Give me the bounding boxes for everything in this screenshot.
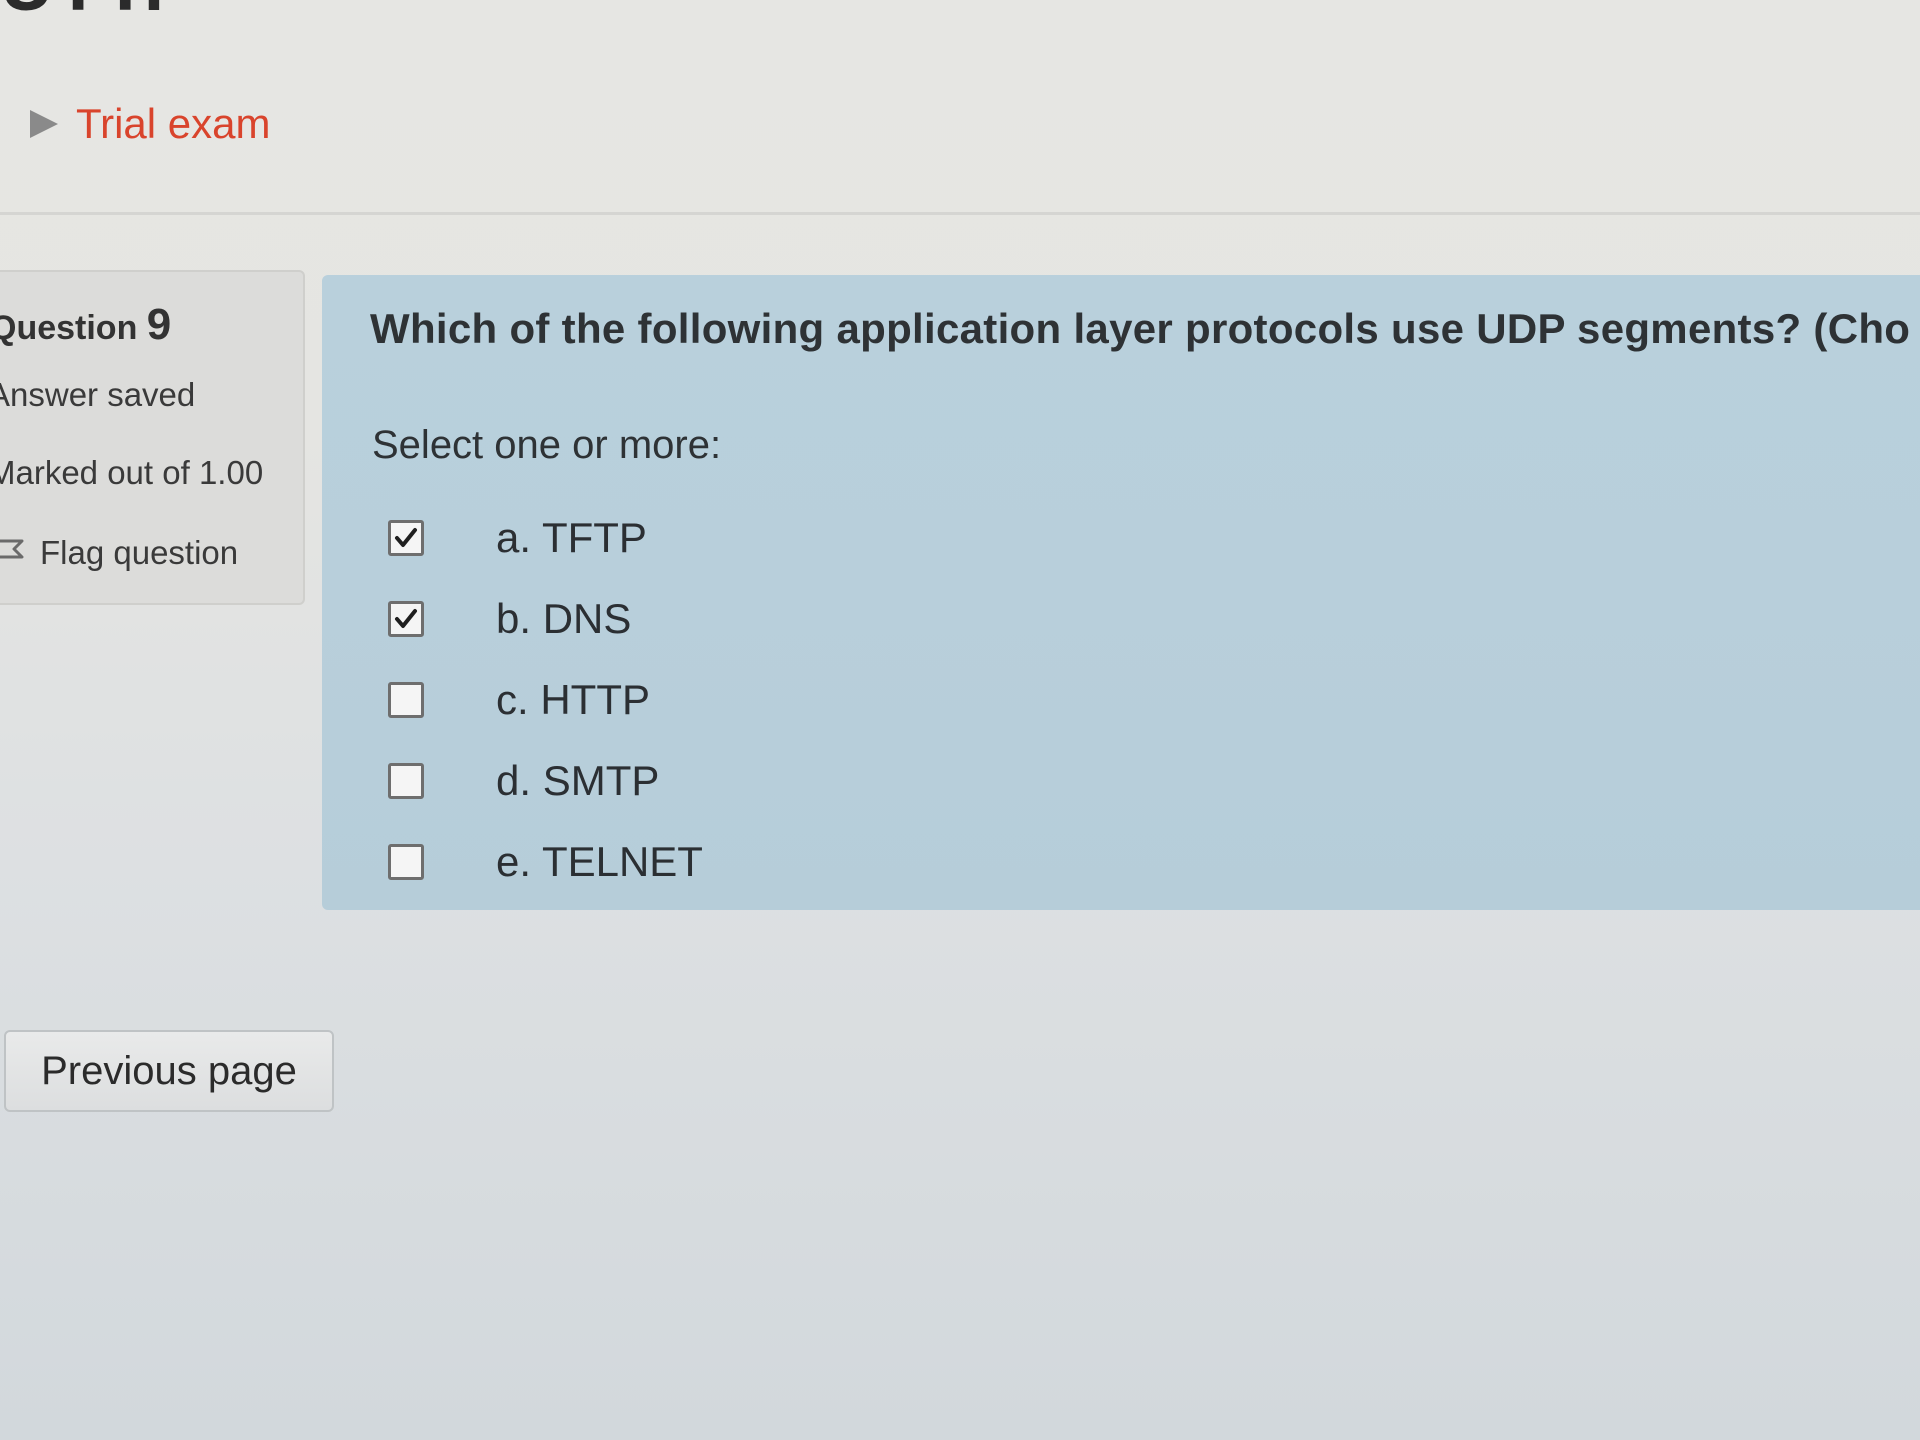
- answer-checkbox-c[interactable]: [388, 681, 424, 718]
- answer-state: Answer saved: [0, 376, 196, 413]
- flag-question-label: Flag question: [40, 534, 239, 571]
- answer-label-e: e. TELNET: [496, 837, 703, 885]
- answer-checkbox-b[interactable]: [388, 600, 424, 637]
- question-content: Which of the following application layer…: [322, 275, 1920, 910]
- answer-option-a[interactable]: a. TFTP: [388, 497, 1088, 578]
- answer-checkbox-e[interactable]: [388, 843, 424, 880]
- answer-label-b: b. DNS: [496, 594, 632, 642]
- question-text: Which of the following application layer…: [370, 305, 1911, 352]
- question-number: 9: [146, 300, 172, 349]
- answer-label-d: d. SMTP: [496, 756, 660, 804]
- answer-option-b[interactable]: b. DNS: [388, 578, 1088, 659]
- checkmark-icon: [395, 527, 417, 547]
- answer-checkbox-a[interactable]: [388, 519, 424, 556]
- header-divider: [0, 212, 1920, 215]
- question-info-panel: Question 9 Answer saved Marked out of 1.…: [0, 270, 305, 605]
- breadcrumb: Trial exam: [30, 100, 270, 148]
- previous-page-button[interactable]: Previous page: [4, 1030, 334, 1112]
- answer-label-c: c. HTTP: [496, 675, 650, 723]
- answer-option-c[interactable]: c. HTTP: [388, 659, 1088, 740]
- question-word: Question: [0, 309, 138, 347]
- triangle-right-icon: [30, 110, 58, 138]
- breadcrumb-link-trial-exam[interactable]: Trial exam: [76, 100, 270, 148]
- question-grade: Marked out of 1.00: [0, 454, 264, 491]
- page-heading: UTT:: [0, 0, 168, 27]
- answer-list: a. TFTP b. DNS c. HTTP d. SMTP e. TELNET: [388, 497, 1088, 902]
- question-number-label: Question 9: [0, 300, 171, 350]
- checkmark-icon: [395, 608, 417, 628]
- answer-option-e[interactable]: e. TELNET: [388, 821, 1088, 902]
- answer-checkbox-d[interactable]: [388, 762, 424, 799]
- flag-icon: [0, 536, 26, 570]
- answer-option-d[interactable]: d. SMTP: [388, 740, 1088, 821]
- select-prompt: Select one or more:: [372, 423, 722, 467]
- answer-label-a: a. TFTP: [496, 513, 647, 561]
- flag-question-link[interactable]: Flag question: [0, 534, 238, 572]
